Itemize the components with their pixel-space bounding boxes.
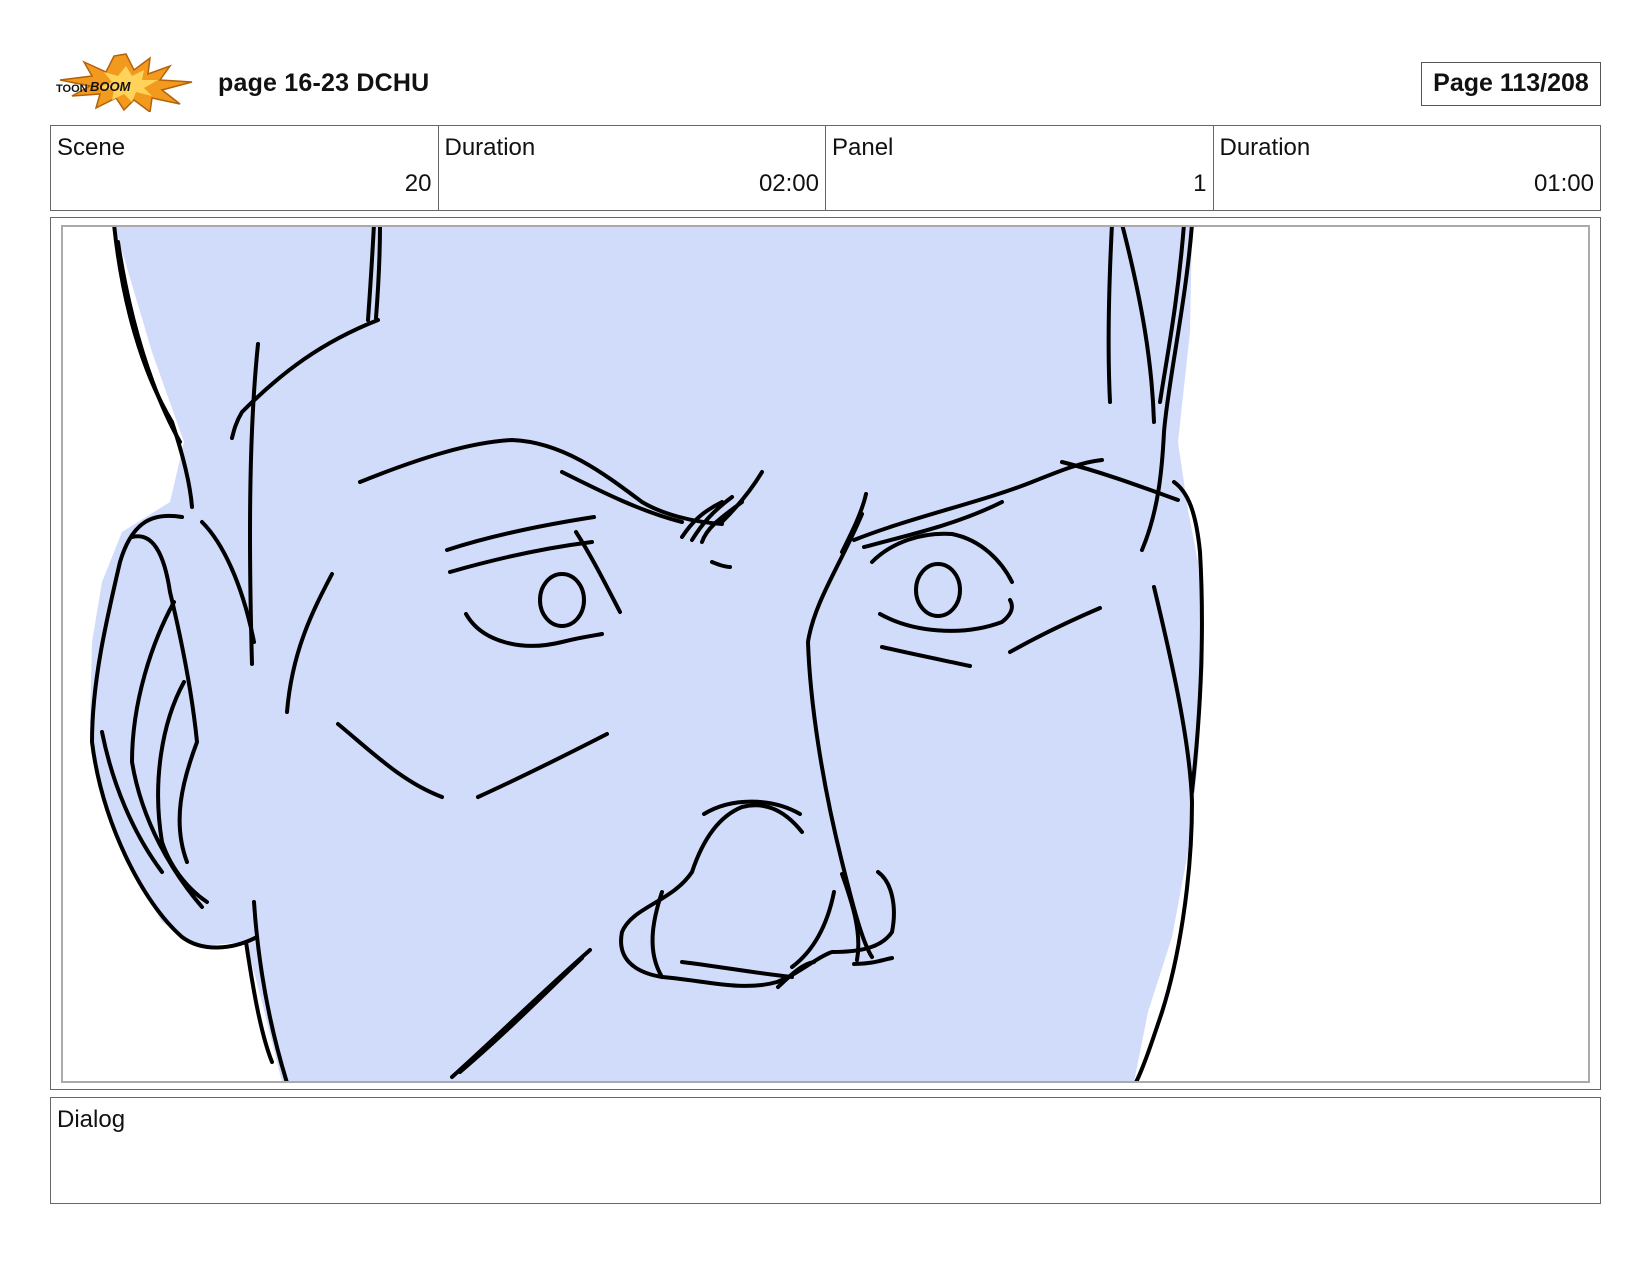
panel-value: 1	[1193, 170, 1207, 197]
panel-duration-cell: Duration 01:00	[1214, 126, 1601, 210]
scene-duration-label: Duration	[444, 134, 536, 161]
scene-label: Scene	[57, 134, 126, 161]
panel-label: Panel	[832, 134, 894, 161]
panel-duration-label: Duration	[1219, 134, 1311, 161]
svg-text:TOON: TOON	[56, 83, 88, 95]
scene-duration-value: 02:00	[758, 170, 819, 197]
panel-info-table: Scene 20 Duration 02:00 Panel 1 Duration…	[50, 125, 1601, 211]
scene-value: 20	[404, 170, 432, 197]
panel-duration-value: 01:00	[1533, 170, 1594, 197]
panel-cell: Panel 1	[826, 126, 1214, 210]
dialog-box: Dialog	[50, 1097, 1601, 1204]
svg-text:BOOM: BOOM	[90, 79, 132, 94]
dialog-label: Dialog	[57, 1106, 126, 1133]
scene-duration-cell: Duration 02:00	[439, 126, 826, 210]
project-title: page 16-23 DCHU	[218, 69, 430, 97]
page-counter: Page 113/208	[1421, 62, 1601, 106]
toon-boom-logo: TOON BOOM	[54, 52, 198, 114]
scene-cell: Scene 20	[51, 126, 439, 210]
face-sketch	[90, 227, 1204, 1081]
storyboard-panel-drawing	[61, 225, 1590, 1083]
